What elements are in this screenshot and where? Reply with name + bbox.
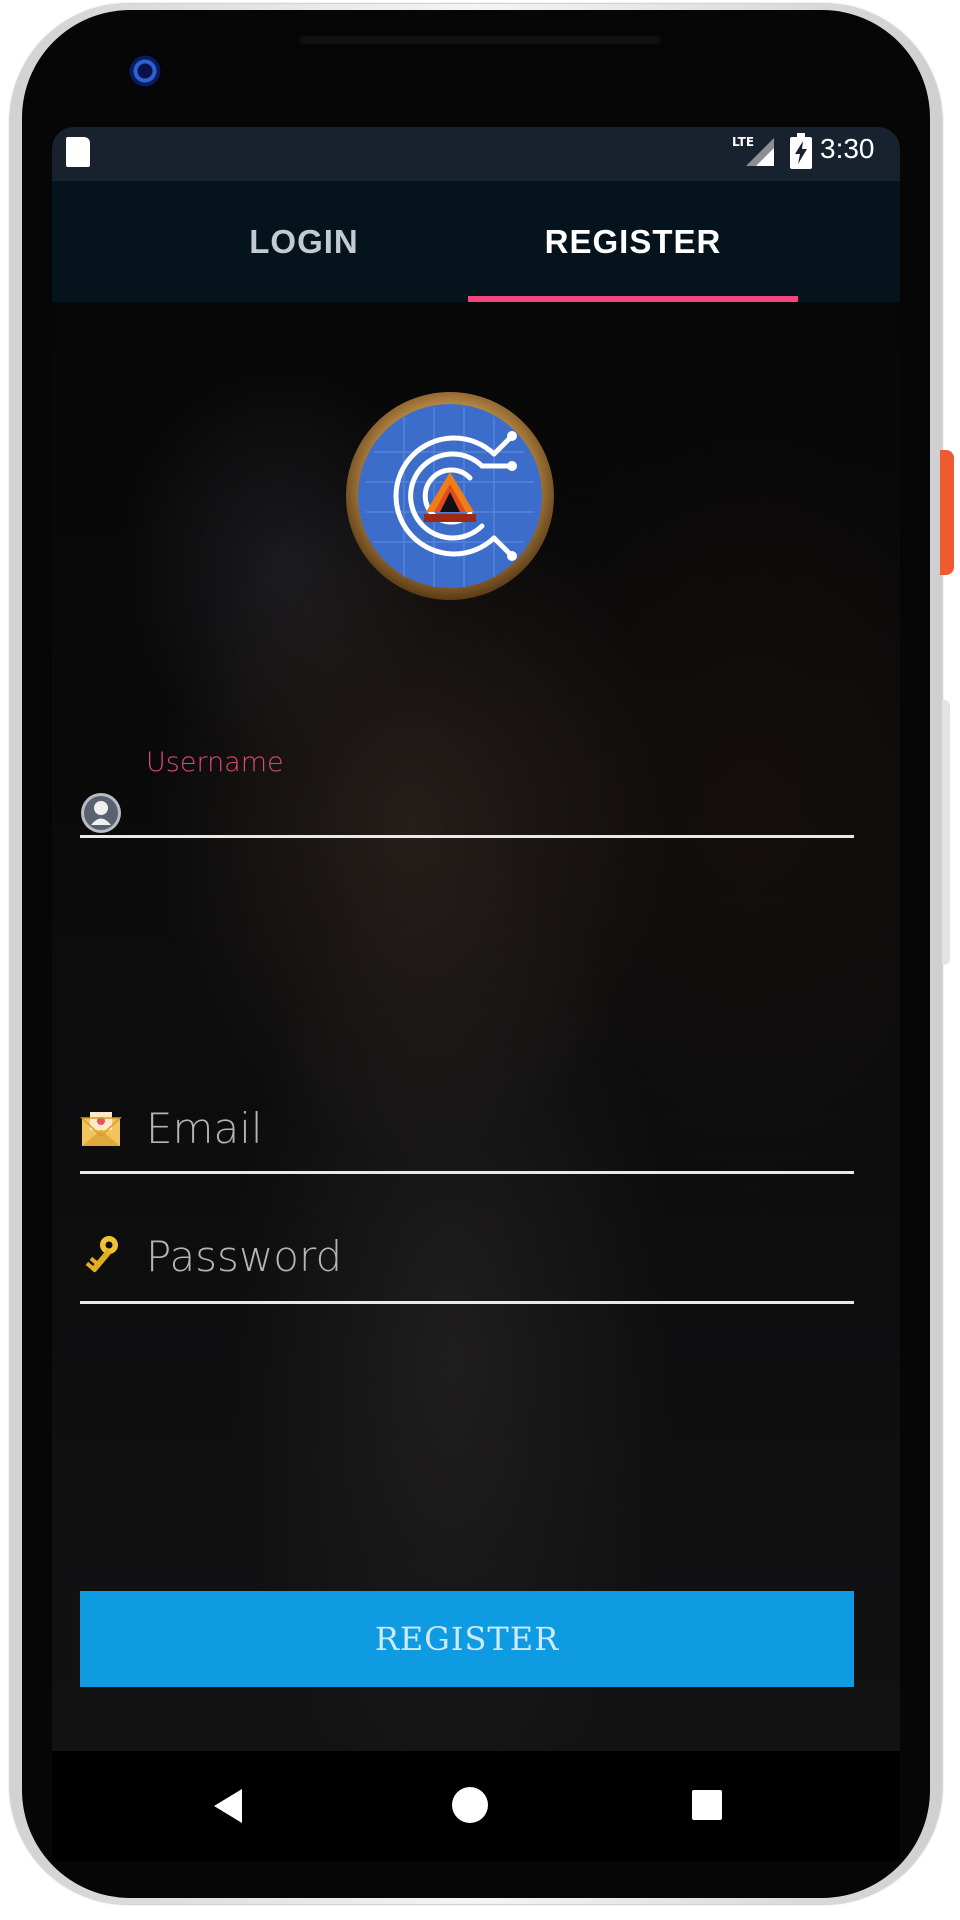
user-icon — [81, 793, 121, 833]
power-button — [940, 450, 954, 575]
register-form-panel: Username Email Password REGISTER — [52, 302, 900, 1751]
username-label: Username — [146, 747, 284, 778]
register-button[interactable]: REGISTER — [80, 1591, 854, 1687]
recents-icon[interactable] — [692, 1790, 722, 1820]
tab-register[interactable]: REGISTER — [468, 181, 798, 302]
key-icon — [85, 1236, 118, 1273]
volume-button — [942, 700, 950, 965]
password-underline — [80, 1301, 854, 1304]
username-field[interactable]: Username — [80, 747, 854, 838]
sd-card-icon — [66, 137, 90, 167]
app-screen: LTE 3:30 LOGIN REGISTER Username Email P… — [52, 127, 900, 1751]
envelope-icon — [80, 1112, 122, 1146]
tab-login[interactable]: LOGIN — [139, 181, 469, 302]
email-placeholder: Email — [146, 1104, 263, 1153]
username-underline — [80, 835, 854, 838]
home-icon[interactable] — [452, 1787, 488, 1823]
tab-bar: LOGIN REGISTER — [52, 181, 900, 302]
system-nav-bar — [52, 1751, 900, 1861]
email-field[interactable]: Email — [80, 1102, 854, 1174]
email-underline — [80, 1171, 854, 1174]
clock: 3:30 — [820, 133, 875, 164]
password-placeholder: Password — [146, 1232, 343, 1281]
status-bar: LTE 3:30 — [52, 127, 900, 181]
front-camera-icon — [128, 54, 162, 88]
app-logo — [346, 392, 554, 600]
signal-icon — [746, 138, 774, 166]
device-frame: LTE 3:30 LOGIN REGISTER Username Email P… — [0, 0, 960, 1920]
back-icon[interactable] — [214, 1789, 242, 1823]
earpiece-speaker — [300, 36, 660, 44]
battery-charging-icon — [790, 133, 812, 169]
password-field[interactable]: Password — [80, 1232, 854, 1304]
